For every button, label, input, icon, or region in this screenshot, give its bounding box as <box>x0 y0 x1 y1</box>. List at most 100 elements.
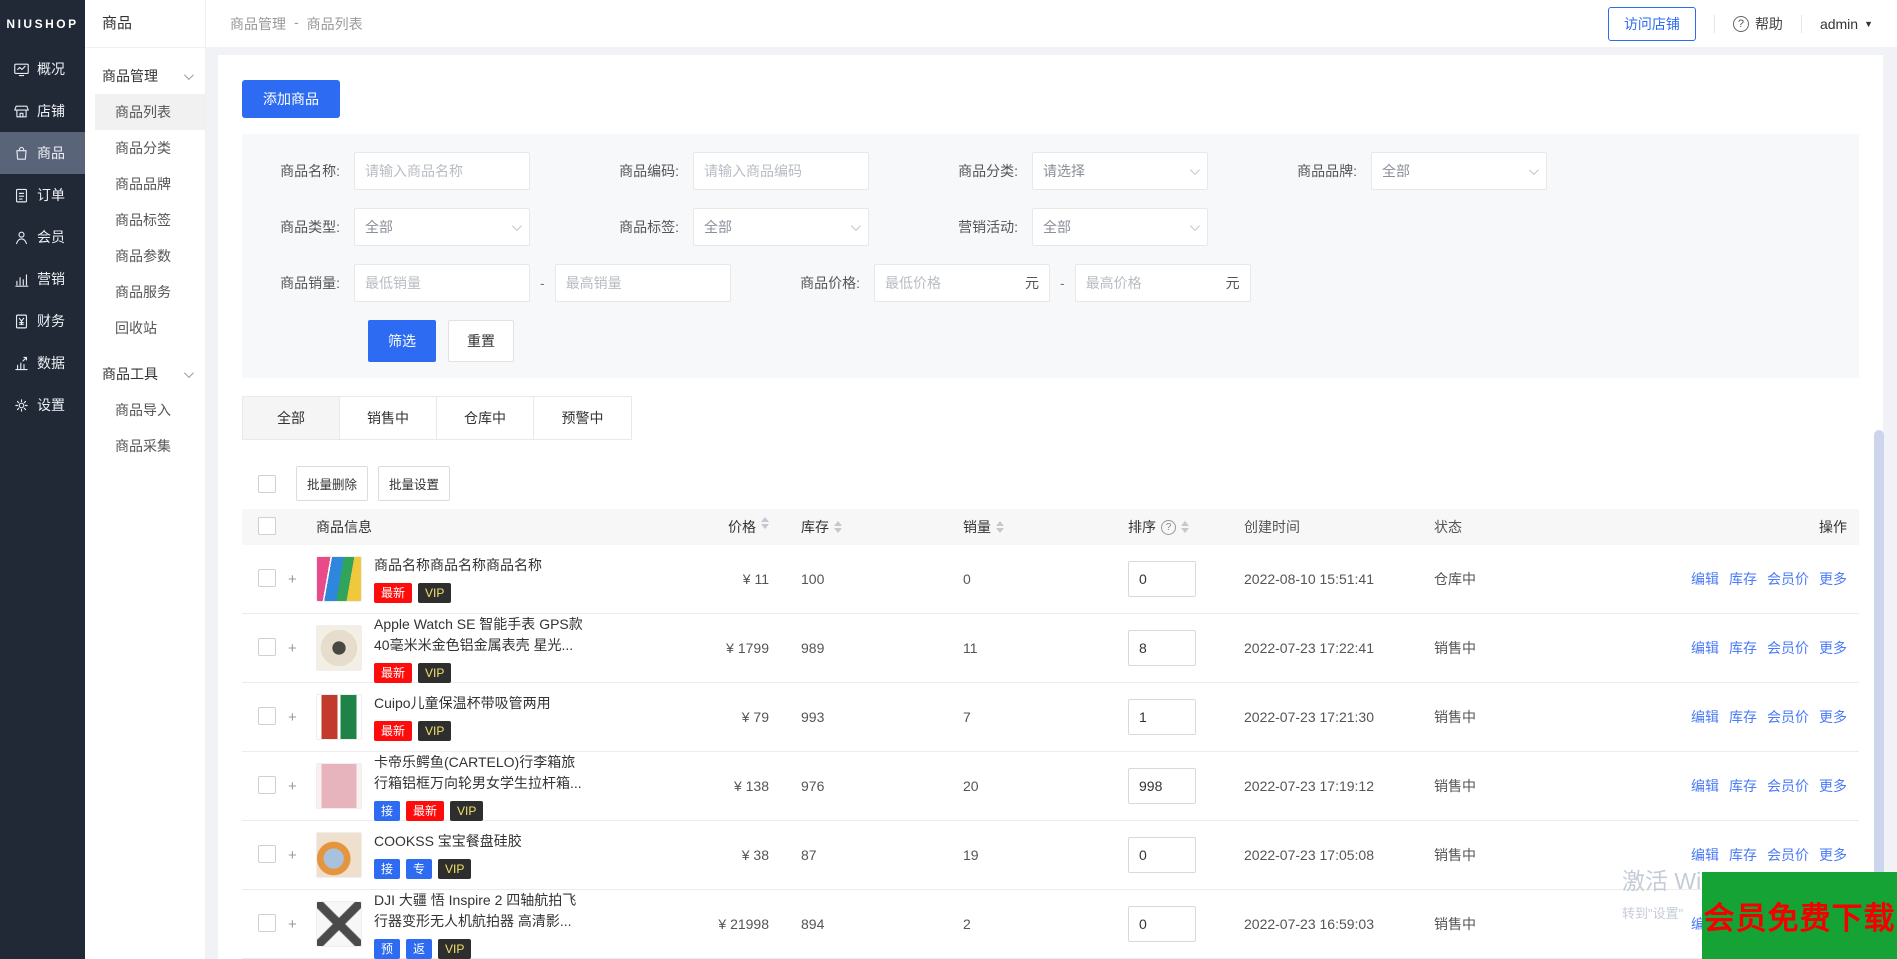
max-price-input[interactable] <box>1085 275 1226 291</box>
member-price-link[interactable]: 会员价 <box>1767 845 1809 865</box>
nav-item-finance[interactable]: 财务 <box>0 300 85 342</box>
product-name[interactable]: Apple Watch SE 智能手表 GPS款 <box>374 614 583 635</box>
sort-input[interactable] <box>1128 768 1196 804</box>
tab-all[interactable]: 全部 <box>243 397 340 439</box>
product-name[interactable]: 卡帝乐鳄鱼(CARTELO)行李箱旅 <box>374 752 582 773</box>
stock-link[interactable]: 库存 <box>1729 569 1757 589</box>
submenu-item-product-category[interactable]: 商品分类 <box>85 130 205 166</box>
row-checkbox[interactable] <box>258 706 276 725</box>
nav-item-goods[interactable]: 商品 <box>0 132 85 174</box>
expand-icon[interactable]: + <box>288 847 316 864</box>
nav-item-members[interactable]: 会员 <box>0 216 85 258</box>
member-price-link[interactable]: 会员价 <box>1767 707 1809 727</box>
submenu-item-product-param[interactable]: 商品参数 <box>85 238 205 274</box>
stock-link[interactable]: 库存 <box>1729 707 1757 727</box>
more-link[interactable]: 更多 <box>1819 707 1847 727</box>
tab-warning[interactable]: 预警中 <box>534 397 631 439</box>
filter-reset-button[interactable]: 重置 <box>448 320 514 362</box>
edit-link[interactable]: 编辑 <box>1691 776 1719 796</box>
nav-item-settings[interactable]: 设置 <box>0 384 85 426</box>
activity-select[interactable]: 全部 <box>1032 208 1208 246</box>
tab-on-sale[interactable]: 销售中 <box>340 397 437 439</box>
min-sales-input[interactable] <box>354 264 530 302</box>
sort-input[interactable] <box>1128 630 1196 666</box>
sort-arrows-icon[interactable] <box>834 521 842 533</box>
more-link[interactable]: 更多 <box>1819 638 1847 658</box>
header-checkbox[interactable] <box>258 516 276 535</box>
nav-item-marketing[interactable]: 营销 <box>0 258 85 300</box>
product-code-input[interactable] <box>693 152 869 190</box>
visit-shop-button[interactable]: 访问店铺 <box>1607 6 1696 41</box>
row-checkbox[interactable] <box>258 775 276 794</box>
product-name[interactable]: COOKSS 宝宝餐盘硅胶 <box>374 831 522 852</box>
breadcrumb-parent[interactable]: 商品管理 <box>230 14 286 34</box>
stock-link[interactable]: 库存 <box>1729 776 1757 796</box>
nav-item-shop[interactable]: 店铺 <box>0 90 85 132</box>
header-stock[interactable]: 库存 <box>769 517 919 537</box>
submenu-item-product-tag[interactable]: 商品标签 <box>85 202 205 238</box>
more-link[interactable]: 更多 <box>1819 776 1847 796</box>
submenu-item-product-list[interactable]: 商品列表 <box>95 94 205 130</box>
stock-link[interactable]: 库存 <box>1729 638 1757 658</box>
submenu-item-recycle-bin[interactable]: 回收站 <box>85 310 205 346</box>
header-price[interactable]: 价格 <box>709 517 769 537</box>
sort-arrows-icon[interactable] <box>1181 521 1189 533</box>
expand-icon[interactable]: + <box>288 916 316 933</box>
product-name[interactable]: DJI 大疆 悟 Inspire 2 四轴航拍飞 <box>374 890 576 911</box>
nav-item-data[interactable]: 数据 <box>0 342 85 384</box>
submenu-item-product-service[interactable]: 商品服务 <box>85 274 205 310</box>
sort-arrows-icon[interactable] <box>996 521 1004 533</box>
row-checkbox[interactable] <box>258 568 276 587</box>
member-price-link[interactable]: 会员价 <box>1767 776 1809 796</box>
expand-icon[interactable]: + <box>288 571 316 588</box>
product-name-input[interactable] <box>354 152 530 190</box>
expand-icon[interactable]: + <box>288 640 316 657</box>
row-checkbox[interactable] <box>258 637 276 656</box>
stock-link[interactable]: 库存 <box>1729 845 1757 865</box>
member-price-link[interactable]: 会员价 <box>1767 569 1809 589</box>
submenu-group-header[interactable]: 商品工具 <box>85 356 205 392</box>
question-circle-icon[interactable]: ? <box>1161 519 1176 535</box>
select-all-checkbox[interactable] <box>258 474 276 493</box>
nav-item-overview[interactable]: 概况 <box>0 48 85 90</box>
filter-submit-button[interactable]: 筛选 <box>368 320 436 362</box>
tag-select[interactable]: 全部 <box>693 208 869 246</box>
header-sort[interactable]: 排序 ? <box>1084 517 1244 537</box>
submenu-item-product-collect[interactable]: 商品采集 <box>85 428 205 464</box>
sort-input[interactable] <box>1128 906 1196 942</box>
submenu-item-product-brand[interactable]: 商品品牌 <box>85 166 205 202</box>
edit-link[interactable]: 编辑 <box>1691 569 1719 589</box>
nav-item-orders[interactable]: 订单 <box>0 174 85 216</box>
product-name[interactable]: 商品名称商品名称商品名称 <box>374 555 542 576</box>
header-sales[interactable]: 销量 <box>919 517 1084 537</box>
expand-icon[interactable]: + <box>288 709 316 726</box>
sort-input[interactable] <box>1128 699 1196 735</box>
max-sales-input[interactable] <box>554 264 731 302</box>
batch-settings-button[interactable]: 批量设置 <box>378 466 451 501</box>
sort-arrows-icon[interactable] <box>761 517 769 537</box>
scrollbar-thumb[interactable] <box>1874 430 1884 885</box>
row-checkbox[interactable] <box>258 844 276 863</box>
min-price-input[interactable] <box>885 275 1025 291</box>
submenu-group-header[interactable]: 商品管理 <box>85 58 205 94</box>
batch-delete-button[interactable]: 批量删除 <box>296 466 369 501</box>
add-product-button[interactable]: 添加商品 <box>242 80 340 118</box>
tab-in-warehouse[interactable]: 仓库中 <box>437 397 534 439</box>
row-checkbox[interactable] <box>258 913 276 932</box>
help-link[interactable]: ? 帮助 <box>1732 14 1783 34</box>
sort-input[interactable] <box>1128 561 1196 597</box>
product-name[interactable]: Cuipo儿童保温杯带吸管两用 <box>374 693 551 714</box>
submenu-item-product-import[interactable]: 商品导入 <box>85 392 205 428</box>
member-price-link[interactable]: 会员价 <box>1767 638 1809 658</box>
brand-select[interactable]: 全部 <box>1371 152 1547 190</box>
member-free-download-banner[interactable]: 会员免费下载 <box>1702 872 1897 959</box>
expand-icon[interactable]: + <box>288 778 316 795</box>
sort-input[interactable] <box>1128 837 1196 873</box>
type-select[interactable]: 全部 <box>354 208 530 246</box>
more-link[interactable]: 更多 <box>1819 845 1847 865</box>
user-menu[interactable]: admin ▼ <box>1820 16 1873 32</box>
category-select[interactable]: 请选择 <box>1032 152 1208 190</box>
edit-link[interactable]: 编辑 <box>1691 638 1719 658</box>
edit-link[interactable]: 编辑 <box>1691 845 1719 865</box>
more-link[interactable]: 更多 <box>1819 569 1847 589</box>
